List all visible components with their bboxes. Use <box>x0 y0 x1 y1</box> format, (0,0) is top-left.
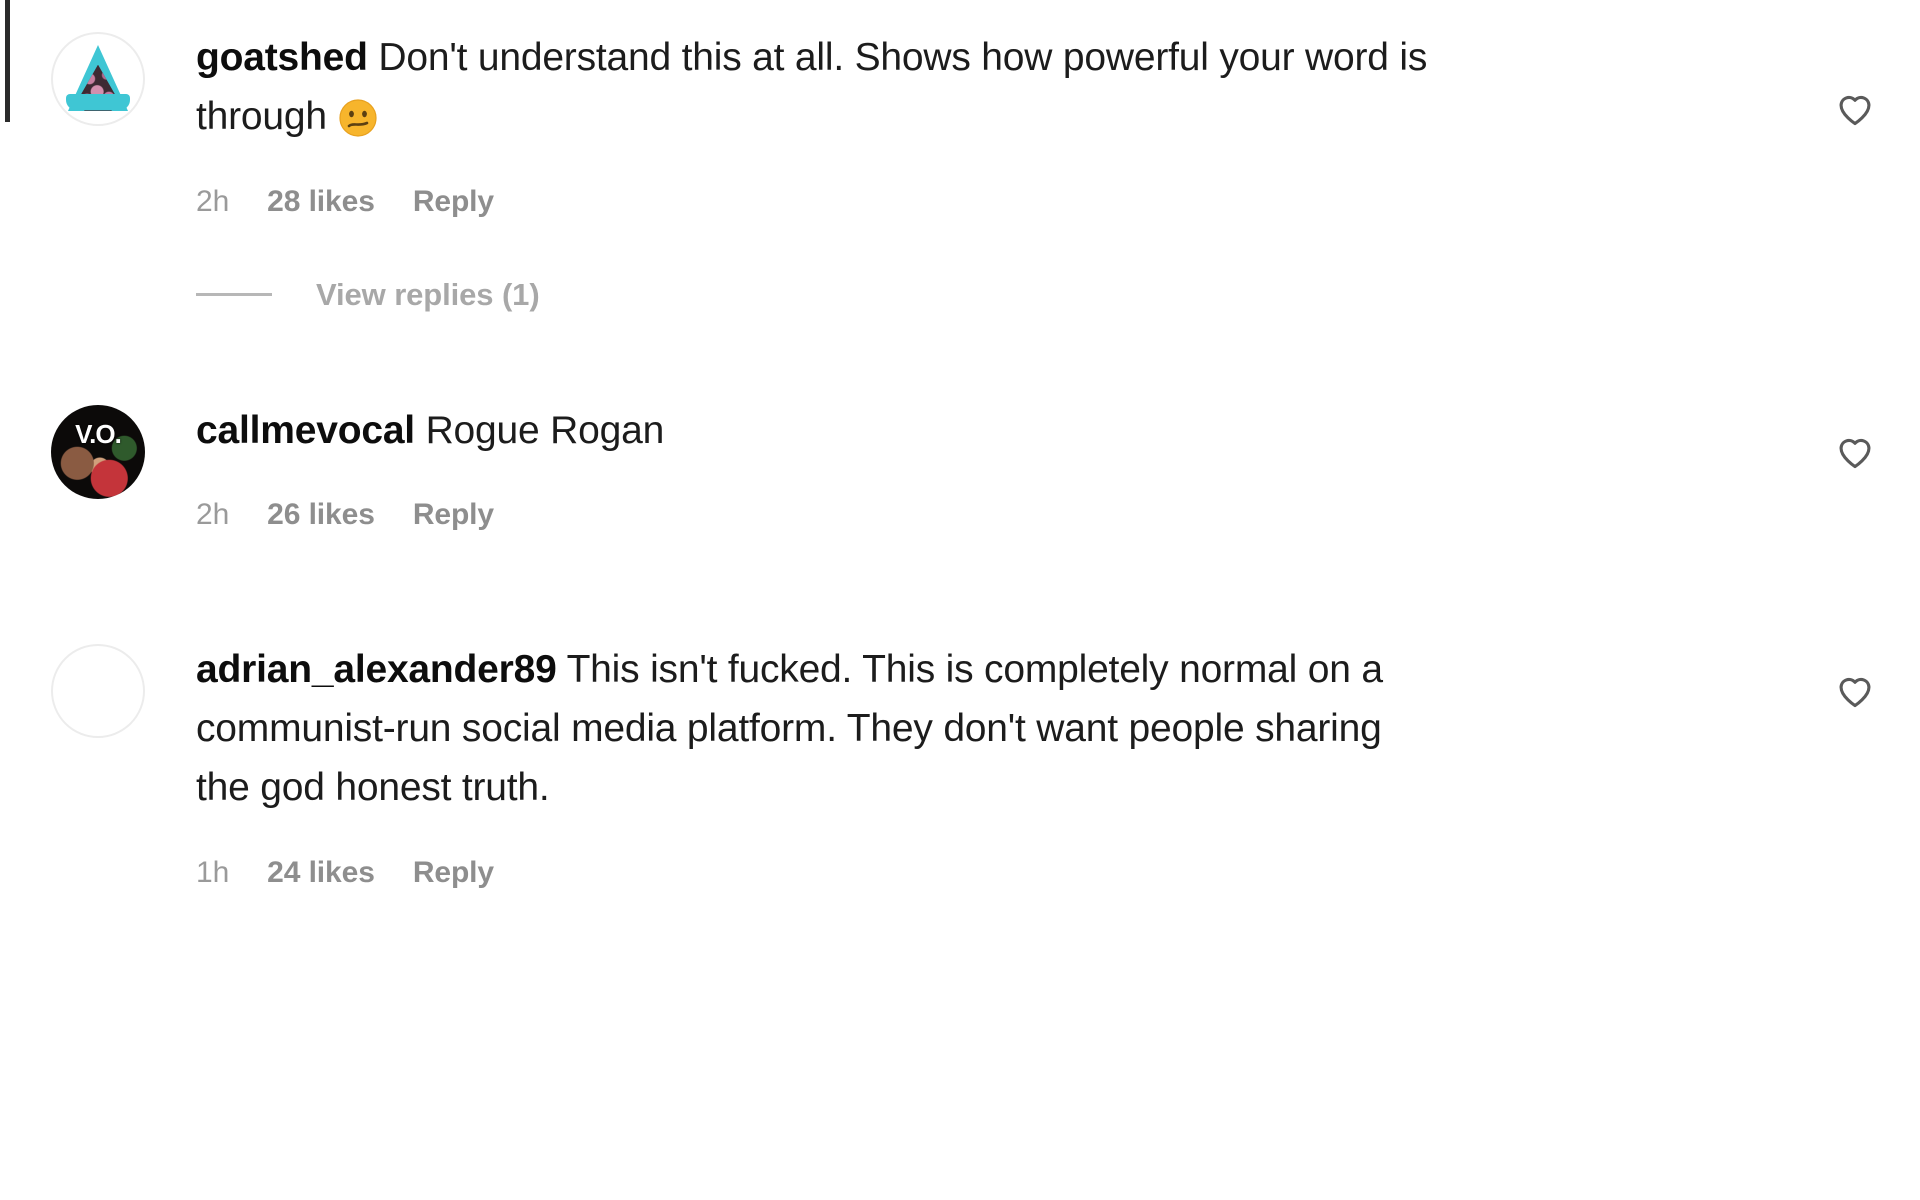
confused-face-emoji <box>338 96 378 137</box>
comment-body: adrian_alexander89 This isn't fucked. Th… <box>196 640 1920 890</box>
avatar-column <box>0 28 196 126</box>
heart-outline-icon[interactable] <box>1833 429 1877 473</box>
comment-item: goatshed Don't understand this at all. S… <box>0 28 1920 313</box>
comment-username[interactable]: callmevocal <box>196 409 415 452</box>
replies-dash-icon <box>196 293 272 297</box>
comment-message: Rogue Rogan <box>425 408 665 452</box>
comments-list: goatshed Don't understand this at all. S… <box>0 0 1920 890</box>
like-column <box>1790 86 1920 130</box>
comment-likes-count[interactable]: 26 likes <box>267 498 375 532</box>
view-replies-row[interactable]: View replies (1) <box>196 277 1920 313</box>
avatar-overlay-text: V.O. <box>75 418 122 449</box>
comment-reply-button[interactable]: Reply <box>413 185 494 219</box>
heart-outline-icon[interactable] <box>1833 668 1877 712</box>
comment-likes-count[interactable]: 24 likes <box>267 856 375 890</box>
avatar-column: V.O. <box>0 401 196 499</box>
comment-meta-row: 1h 24 likes Reply <box>196 856 1920 890</box>
avatar-shape-base <box>65 93 131 110</box>
comment-timestamp: 2h <box>196 184 230 218</box>
comment-reply-button[interactable]: Reply <box>413 856 494 890</box>
comment-likes-count[interactable]: 28 likes <box>267 185 375 219</box>
avatar-goatshed[interactable] <box>51 32 145 126</box>
comment-meta-row: 2h 28 likes Reply <box>196 185 1920 219</box>
avatar-column <box>0 640 196 738</box>
view-replies-label[interactable]: View replies (1) <box>316 277 540 313</box>
comment-text: goatshed Don't understand this at all. S… <box>196 28 1431 147</box>
comment-message: Don't understand this at all. Shows how … <box>196 36 1428 139</box>
like-column <box>1790 668 1920 712</box>
comment-username[interactable]: adrian_alexander89 <box>196 648 557 691</box>
comment-body: callmevocal Rogue Rogan 2h 26 likes Repl… <box>196 401 1920 532</box>
avatar-callmevocal[interactable]: V.O. <box>51 404 145 499</box>
comment-timestamp: 2h <box>196 497 230 531</box>
comment-text: callmevocal Rogue Rogan <box>196 401 1431 460</box>
comment-username[interactable]: goatshed <box>196 36 368 79</box>
heart-outline-icon[interactable] <box>1833 86 1877 130</box>
comment-body: goatshed Don't understand this at all. S… <box>196 28 1920 313</box>
comment-text: adrian_alexander89 This isn't fucked. Th… <box>196 640 1431 818</box>
comment-item: adrian_alexander89 This isn't fucked. Th… <box>0 640 1920 890</box>
comment-timestamp: 1h <box>196 855 230 889</box>
comment-meta-row: 2h 26 likes Reply <box>196 498 1920 532</box>
comment-reply-button[interactable]: Reply <box>413 498 494 532</box>
avatar-adrian[interactable] <box>51 643 145 738</box>
like-column <box>1790 429 1920 473</box>
comment-item: V.O. callmevocal Rogue Rogan 2h 26 likes… <box>0 401 1920 532</box>
